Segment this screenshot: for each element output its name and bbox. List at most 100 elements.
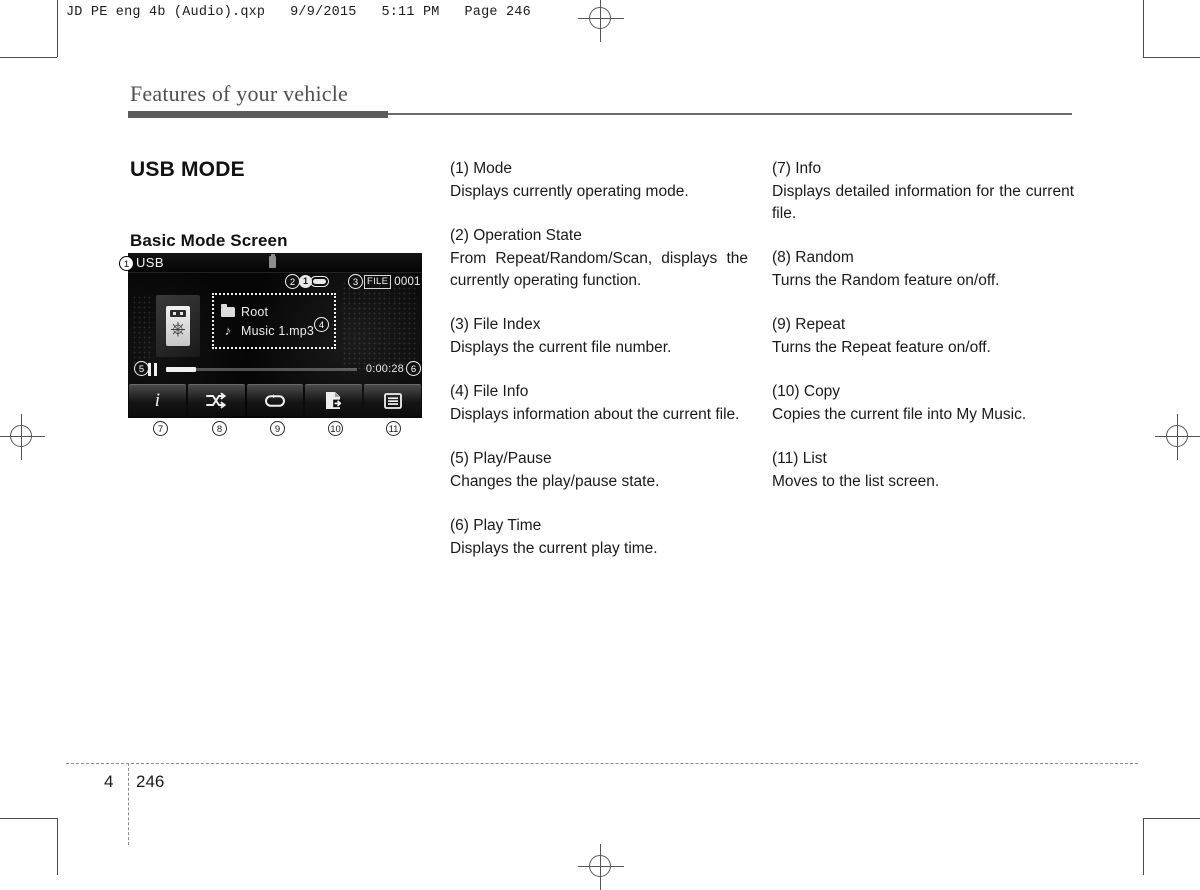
crop-mark-bottom-right-horizontal [1143, 818, 1200, 819]
item-title: (10) Copy [772, 383, 841, 400]
crop-mark-top-left-vertical [57, 0, 58, 57]
item-title: (4) File Info [450, 383, 529, 400]
list-button[interactable] [364, 384, 421, 416]
item-description: Turns the Random feature on/off. [772, 272, 1000, 289]
registration-mark-bottom [578, 844, 624, 890]
repeat-bar-icon [310, 276, 329, 287]
info-icon: i [154, 390, 161, 411]
section-subheading: Basic Mode Screen [130, 231, 288, 250]
callout-10: 10 [328, 421, 343, 436]
description-item: (3) File Index Displays the current file… [450, 314, 748, 359]
description-item: (1) Mode Displays currently operating mo… [450, 158, 748, 203]
decorative-dot-pattern-right [342, 281, 418, 373]
callout-3: 3 [348, 274, 363, 289]
description-item: (6) Play Time Displays the current play … [450, 515, 748, 560]
pause-icon[interactable] [148, 362, 157, 376]
callout-4: 4 [314, 317, 329, 332]
footer-rule-horizontal [66, 763, 1138, 764]
callout-8: 8 [212, 421, 227, 436]
usb-device-icon [269, 254, 276, 268]
folder-name: Root [241, 304, 269, 319]
registration-mark-left [0, 414, 45, 460]
callout-7: 7 [153, 421, 168, 436]
file-index-label: FILE [364, 275, 392, 289]
crop-mark-bottom-right-vertical [1143, 818, 1144, 875]
item-description: Displays information about the current f… [450, 406, 740, 423]
item-title: (5) Play/Pause [450, 450, 552, 467]
footer-rule-vertical [128, 763, 129, 845]
copy-icon [324, 391, 343, 410]
music-note-icon: ♪ [224, 323, 232, 338]
description-item: (2) Operation State From Repeat/Random/S… [450, 225, 748, 292]
description-item: (10) Copy Copies the current file into M… [772, 381, 1074, 426]
callout-9: 9 [270, 421, 285, 436]
right-column: (7) Info Displays detailed information f… [772, 158, 1074, 515]
crop-mark-top-right-vertical [1143, 0, 1144, 57]
item-title: (6) Play Time [450, 517, 542, 534]
page-number: 246 [136, 772, 165, 791]
item-description: Displays currently operating mode. [450, 183, 689, 200]
list-icon [383, 392, 402, 409]
registration-mark-top [578, 0, 624, 42]
repeat-icon [264, 393, 286, 409]
track-name: Music 1.mp3 [241, 323, 315, 338]
folder-icon [221, 303, 235, 317]
decorative-dot-pattern-left [132, 295, 154, 367]
item-description: Displays the current play time. [450, 540, 658, 557]
file-info-folder-row: Root [221, 303, 334, 319]
item-description: Copies the current file into My Music. [772, 406, 1027, 423]
item-title: (8) Random [772, 249, 854, 266]
description-item: (4) File Info Displays information about… [450, 381, 748, 426]
item-title: (1) Mode [450, 160, 513, 177]
item-description: Changes the play/pause state. [450, 473, 660, 490]
crop-mark-top-left-horizontal [0, 57, 57, 58]
page-title: Features of your vehicle [130, 81, 349, 106]
description-item: (8) Random Turns the Random feature on/o… [772, 247, 1074, 292]
progress-bar-fill [165, 366, 197, 372]
description-item: (9) Repeat Turns the Repeat feature on/o… [772, 314, 1074, 359]
transport-row: 0:00:28 [148, 361, 404, 377]
description-item: (11) List Moves to the list screen. [772, 448, 1074, 493]
mode-label: USB [136, 255, 164, 270]
item-description: From Repeat/Random/Scan, displays the cu… [450, 250, 748, 289]
item-title: (3) File Index [450, 316, 541, 333]
middle-column: (1) Mode Displays currently operating mo… [450, 158, 748, 582]
chapter-number: 4 [104, 772, 114, 791]
repeat-button[interactable] [246, 384, 304, 416]
title-rule-thin [388, 113, 1072, 115]
file-index-indicator: FILE 0001 [364, 275, 421, 289]
item-title: (9) Repeat [772, 316, 846, 333]
item-description: Displays detailed information for the cu… [772, 183, 1074, 222]
callout-6: 6 [406, 361, 421, 376]
item-description: Turns the Repeat feature on/off. [772, 339, 991, 356]
callout-5: 5 [134, 361, 149, 376]
title-rule-thick [128, 111, 388, 118]
play-time: 0:00:28 [365, 363, 404, 375]
description-item: (7) Info Displays detailed information f… [772, 158, 1074, 225]
left-column: USB MODE Basic Mode Screen [130, 158, 430, 251]
print-header: JD PE eng 4b (Audio).qxp 9/9/2015 5:11 P… [66, 5, 531, 20]
item-description: Displays the current file number. [450, 339, 672, 356]
device-screenshot: USB 1 FILE 0001 ⎈ Root ♪ Music 1.mp3 0:0… [119, 253, 422, 436]
callout-11: 11 [386, 421, 401, 436]
copy-button[interactable] [305, 384, 363, 416]
callout-2: 2 [285, 274, 300, 289]
random-button[interactable] [187, 384, 245, 416]
registration-mark-right [1155, 414, 1200, 460]
usb-player-screen: USB 1 FILE 0001 ⎈ Root ♪ Music 1.mp3 0:0… [128, 253, 422, 418]
info-button[interactable]: i [129, 384, 186, 416]
item-title: (11) List [772, 450, 827, 467]
file-index-value: 0001 [394, 276, 421, 288]
item-title: (7) Info [772, 160, 822, 177]
item-title: (2) Operation State [450, 227, 582, 244]
crop-mark-top-right-horizontal [1143, 57, 1200, 58]
section-heading: USB MODE [130, 158, 245, 181]
screen-button-row: i [129, 384, 421, 416]
operation-state-indicator: 1 [299, 275, 329, 288]
crop-mark-bottom-left-horizontal [0, 818, 57, 819]
crop-mark-bottom-left-vertical [57, 818, 58, 875]
progress-bar[interactable] [165, 366, 357, 372]
shuffle-icon [205, 392, 227, 409]
description-item: (5) Play/Pause Changes the play/pause st… [450, 448, 748, 493]
usb-drive-icon: ⎈ [156, 295, 200, 357]
